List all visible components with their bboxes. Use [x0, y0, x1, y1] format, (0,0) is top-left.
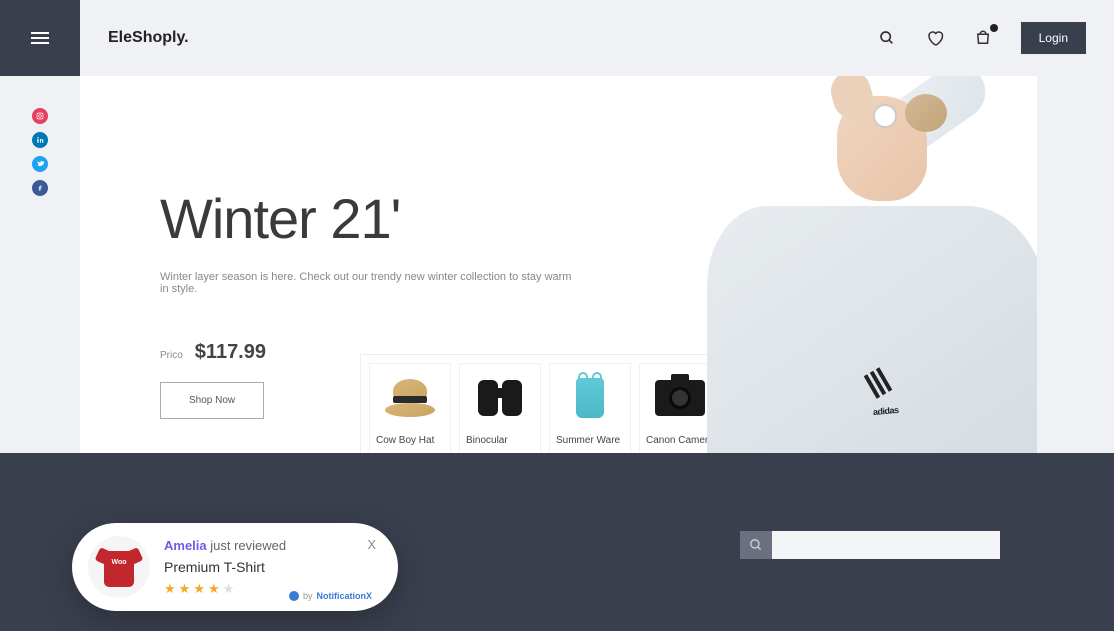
shop-now-button[interactable]: Shop Now: [160, 382, 264, 419]
notification-body: Amelia just reviewed Premium T-Shirt ★ ★…: [164, 538, 382, 597]
footer-search-input[interactable]: [772, 531, 1000, 559]
hero-section: Winter 21' Winter layer season is here. …: [80, 76, 1037, 454]
star-icon: ★: [208, 581, 220, 597]
star-icon: ★: [193, 581, 205, 597]
search-icon[interactable]: [877, 28, 897, 48]
reviewer-name: Amelia: [164, 538, 207, 553]
header: EleShoply. Login: [80, 0, 1114, 76]
product-image: [556, 372, 624, 424]
notification-close-button[interactable]: X: [367, 537, 376, 552]
social-sidebar: [0, 76, 80, 453]
hero-title: Winter 21': [160, 186, 580, 251]
notification-headline: Amelia just reviewed: [164, 538, 382, 553]
brand-logo[interactable]: EleShoply.: [108, 29, 189, 47]
star-icon: ★: [223, 581, 235, 597]
facebook-icon[interactable]: [32, 180, 48, 196]
login-button[interactable]: Login: [1021, 22, 1086, 54]
star-icon: ★: [179, 581, 191, 597]
instagram-icon[interactable]: [32, 108, 48, 124]
hero-model-image: adidas: [647, 76, 1037, 454]
product-name: Binocular: [466, 434, 534, 447]
hero-subtitle: Winter layer season is here. Check out o…: [160, 271, 580, 295]
product-image: [376, 372, 444, 424]
footer-search-button[interactable]: [740, 531, 772, 559]
product-name: Summer Ware: [556, 434, 624, 447]
hamburger-icon: [31, 32, 49, 44]
notification-attribution[interactable]: by NotificationX: [289, 591, 372, 601]
review-action: just reviewed: [210, 538, 286, 553]
review-notification: Woo Amelia just reviewed Premium T-Shirt…: [72, 523, 398, 611]
star-icon: ★: [164, 581, 176, 597]
product-card[interactable]: Cow Boy Hat $19.00: [369, 363, 451, 454]
reviewed-product: Premium T-Shirt: [164, 559, 382, 575]
wishlist-icon[interactable]: [925, 28, 945, 48]
notification-product-image: Woo: [88, 536, 150, 598]
sidebar-toggle[interactable]: [0, 0, 80, 76]
linkedin-icon[interactable]: [32, 132, 48, 148]
product-card[interactable]: Summer Ware $35.00: [549, 363, 631, 454]
header-actions: Login: [877, 22, 1086, 54]
price-label: Prico: [160, 350, 183, 361]
footer-search: [740, 531, 1000, 559]
product-card[interactable]: Binocular $299.00: [459, 363, 541, 454]
cart-icon[interactable]: [973, 28, 993, 48]
twitter-icon[interactable]: [32, 156, 48, 172]
cart-badge: [990, 24, 998, 32]
notificationx-logo-icon: [289, 591, 299, 601]
price-value: $117.99: [195, 341, 266, 364]
product-name: Cow Boy Hat: [376, 434, 444, 447]
product-image: [466, 372, 534, 424]
